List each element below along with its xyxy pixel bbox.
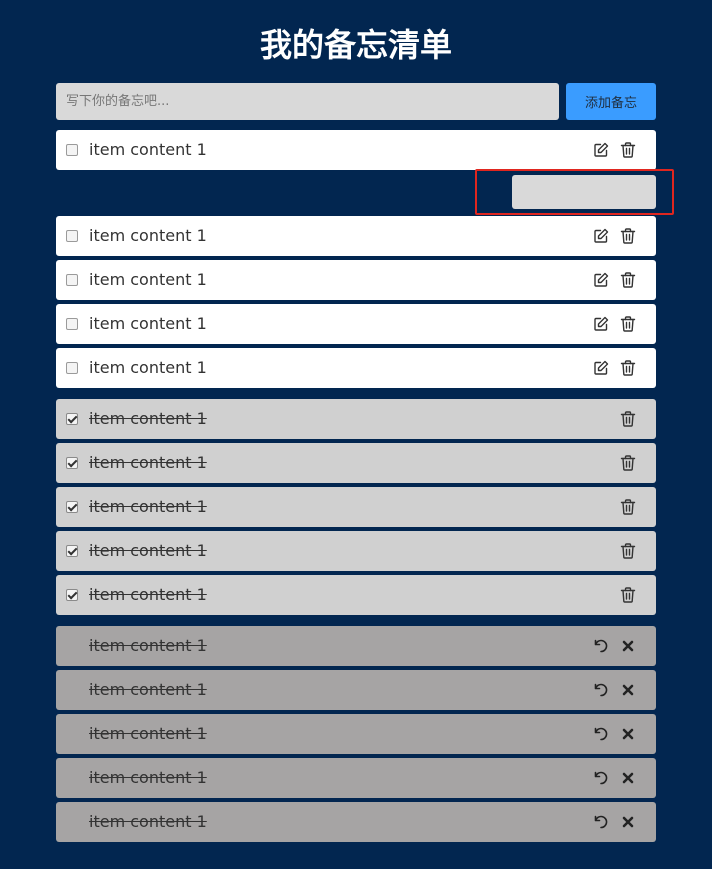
item-checkbox-checked[interactable] [66, 413, 78, 425]
item-checkbox-checked[interactable] [66, 545, 78, 557]
trash-icon[interactable] [619, 359, 637, 377]
list-item-deleted: item content 1 [56, 714, 656, 754]
list-item-deleted: item content 1 [56, 758, 656, 798]
close-icon[interactable] [619, 725, 637, 743]
item-text: item content 1 [89, 812, 207, 831]
item-checkbox[interactable] [66, 318, 78, 330]
trash-icon[interactable] [619, 454, 637, 472]
undo-icon[interactable] [592, 637, 610, 655]
item-text: item content 1 [89, 358, 207, 377]
edit-input[interactable] [512, 175, 656, 209]
item-checkbox-checked[interactable] [66, 589, 78, 601]
add-bar: 添加备忘 [56, 83, 656, 120]
item-text: item content 1 [89, 541, 207, 560]
undo-icon[interactable] [592, 769, 610, 787]
item-text: item content 1 [89, 226, 207, 245]
close-icon[interactable] [619, 681, 637, 699]
item-text: item content 1 [89, 453, 207, 472]
trash-icon[interactable] [619, 498, 637, 516]
edit-icon[interactable] [592, 315, 610, 333]
item-checkbox-checked[interactable] [66, 457, 78, 469]
item-checkbox[interactable] [66, 362, 78, 374]
page-title: 我的备忘清单 [259, 26, 452, 64]
list-item-deleted: item content 1 [56, 670, 656, 710]
list-item-done: item content 1 [56, 443, 656, 483]
todo-app: 我的备忘清单 添加备忘 item content 1 item content … [56, 0, 656, 842]
trash-icon[interactable] [619, 586, 637, 604]
add-memo-button[interactable]: 添加备忘 [566, 83, 656, 120]
list-item-active: item content 1 [56, 260, 656, 300]
trash-icon[interactable] [619, 542, 637, 560]
item-text: item content 1 [89, 636, 207, 655]
edit-icon[interactable] [592, 359, 610, 377]
list-item-deleted: item content 1 [56, 626, 656, 666]
item-checkbox[interactable] [66, 274, 78, 286]
trash-icon[interactable] [619, 410, 637, 428]
item-checkbox[interactable] [66, 144, 78, 156]
item-text: item content 1 [89, 140, 207, 159]
undo-icon[interactable] [592, 725, 610, 743]
close-icon[interactable] [619, 637, 637, 655]
list-item-done: item content 1 [56, 531, 656, 571]
item-text: item content 1 [89, 724, 207, 743]
item-checkbox-checked[interactable] [66, 501, 78, 513]
list-item-done: item content 1 [56, 575, 656, 615]
list-item-active: item content 1 [56, 348, 656, 388]
list-item-done: item content 1 [56, 487, 656, 527]
item-checkbox[interactable] [66, 230, 78, 242]
list-item-done: item content 1 [56, 399, 656, 439]
item-text: item content 1 [89, 409, 207, 428]
item-text: item content 1 [89, 768, 207, 787]
trash-icon[interactable] [619, 315, 637, 333]
close-icon[interactable] [619, 813, 637, 831]
undo-icon[interactable] [592, 813, 610, 831]
edit-icon[interactable] [592, 271, 610, 289]
list-item-active: item content 1 [56, 304, 656, 344]
memo-input[interactable] [56, 83, 559, 120]
close-icon[interactable] [619, 769, 637, 787]
edit-icon[interactable] [592, 227, 610, 245]
list-item-active: item content 1 [56, 216, 656, 256]
item-text: item content 1 [89, 314, 207, 333]
trash-icon[interactable] [619, 227, 637, 245]
edit-icon[interactable] [592, 141, 610, 159]
undo-icon[interactable] [592, 681, 610, 699]
item-text: item content 1 [89, 680, 207, 699]
item-text: item content 1 [89, 270, 207, 289]
item-text: item content 1 [89, 497, 207, 516]
trash-icon[interactable] [619, 271, 637, 289]
trash-icon[interactable] [619, 141, 637, 159]
list-item-active: item content 1 [56, 130, 656, 170]
item-text: item content 1 [89, 585, 207, 604]
list-item-deleted: item content 1 [56, 802, 656, 842]
